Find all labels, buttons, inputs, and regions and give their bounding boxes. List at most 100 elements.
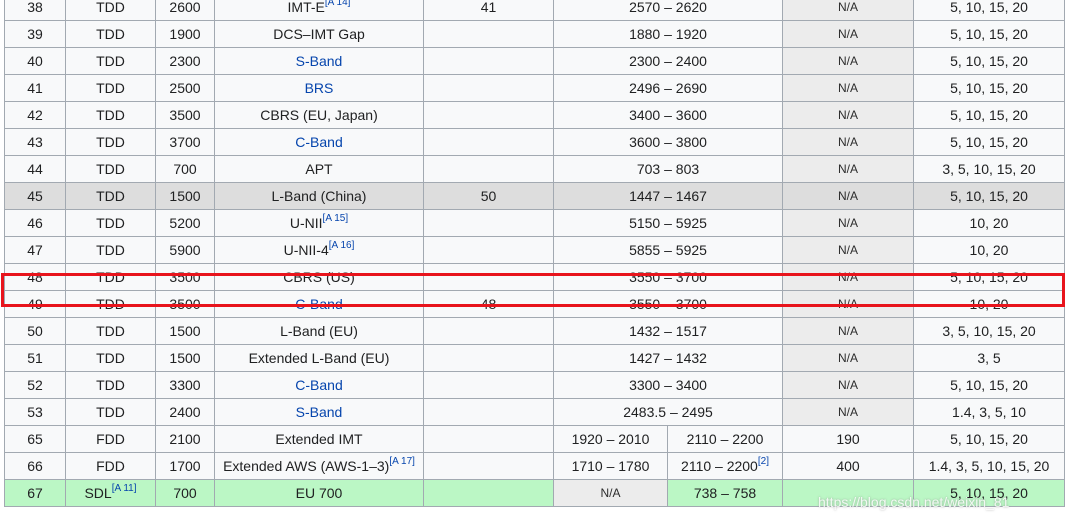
band-name-link[interactable]: S-Band <box>296 53 343 69</box>
frequency-cell-text: 2500 <box>169 80 201 96</box>
subset-band-cell <box>423 263 554 291</box>
frequency-cell-text: 1500 <box>169 188 201 204</box>
band-name-link[interactable]: C-Band <box>295 377 342 393</box>
duplex-spacing-cell-text: N/A <box>838 405 859 419</box>
reference-link[interactable]: [A 15] <box>323 213 349 224</box>
table-row: 49 TDD 3500 C-Band 48 3550 – 3700 N/A 10, 20 <box>4 290 1066 318</box>
frequency-cell: 2100 <box>155 425 215 453</box>
band-number-cell-text: 50 <box>27 323 43 339</box>
duplex-spacing-cell: N/A <box>782 182 915 210</box>
reference-link[interactable]: [2] <box>758 456 769 467</box>
subset-band-cell <box>423 452 554 480</box>
frequency-range-cell-text: 1880 – 1920 <box>629 26 707 42</box>
duplex-mode-cell-text: FDD <box>96 458 125 474</box>
frequency-range-cell: 3600 – 3800 <box>552 128 784 156</box>
common-name-cell: C-Band <box>214 128 424 156</box>
table-row: 38 TDD 2600 IMT-E[A 14] 41 2570 – 2620 N/A 5, 1… <box>4 0 1066 21</box>
frequency-cell: 2300 <box>155 47 215 75</box>
duplex-spacing-cell-text: N/A <box>838 216 859 230</box>
band-number-cell-text: 53 <box>27 404 43 420</box>
common-name-cell-text: L-Band (China) <box>271 188 367 204</box>
band-name-link[interactable]: S-Band <box>296 404 343 420</box>
common-name-cell: APT <box>214 155 424 183</box>
duplex-spacing-cell: N/A <box>782 128 915 156</box>
downlink-range-cell: 2110 – 2200[2] <box>666 452 784 480</box>
frequency-cell-text: 3500 <box>169 107 201 123</box>
band-number-cell-text: 67 <box>27 485 43 501</box>
table-row: 45 TDD 1500 L-Band (China) 50 1447 – 1467 N/A 5… <box>4 182 1066 210</box>
table-row: 42 TDD 3500 CBRS (EU, Japan) 3400 – 3600 N/A 5… <box>4 101 1066 129</box>
table-row: 48 TDD 3500 CBRS (US) 3550 – 3700 N/A 5, 10, 1… <box>4 263 1066 291</box>
downlink-range-cell-text: 738 – 758 <box>693 485 757 501</box>
reference-superscript: [A 17] <box>389 456 415 467</box>
band-name-link[interactable]: C-Band <box>295 134 342 150</box>
common-name-cell: L-Band (EU) <box>214 317 424 345</box>
duplex-mode-cell-text: TDD <box>96 404 125 420</box>
channel-bandwidths-cell-text: 5, 10, 15, 20 <box>950 0 1028 15</box>
reference-link[interactable]: [A 16] <box>329 240 355 251</box>
band-number-cell: 46 <box>4 209 66 237</box>
channel-bandwidths-cell-text: 5, 10, 15, 20 <box>950 377 1028 393</box>
frequency-range-cell: 1432 – 1517 <box>552 317 784 345</box>
band-name-link[interactable]: C-Band <box>295 296 342 312</box>
channel-bandwidths-cell: 3, 5 <box>913 344 1066 372</box>
common-name-cell: CBRS (EU, Japan) <box>214 101 424 129</box>
uplink-range-cell-text: N/A <box>600 486 621 500</box>
frequency-range-cell-text: 3300 – 3400 <box>629 377 707 393</box>
common-name-cell: C-Band <box>214 290 424 318</box>
band-number-cell: 49 <box>4 290 66 318</box>
band-name-link[interactable]: BRS <box>305 80 334 96</box>
reference-link[interactable]: [A 11] <box>112 483 137 494</box>
band-number-cell: 44 <box>4 155 66 183</box>
table-row: 41 TDD 2500 BRS 2496 – 2690 N/A 5, 10, 15, 20 <box>4 74 1066 102</box>
reference-link[interactable]: [A 14] <box>325 0 351 8</box>
channel-bandwidths-cell: 5, 10, 15, 20 <box>913 128 1066 156</box>
frequency-cell: 3500 <box>155 263 215 291</box>
duplex-mode-cell: SDL[A 11] <box>65 479 156 507</box>
common-name-cell-text: EU 700 <box>295 485 343 501</box>
duplex-mode-cell-text: FDD <box>96 431 125 447</box>
frequency-cell: 3500 <box>155 101 215 129</box>
table-row: 50 TDD 1500 L-Band (EU) 1432 – 1517 N/A 3, 5, … <box>4 317 1066 345</box>
channel-bandwidths-cell: 3, 5, 10, 15, 20 <box>913 317 1066 345</box>
subset-band-cell: 50 <box>423 182 554 210</box>
subset-band-cell <box>423 47 554 75</box>
frequency-range-cell: 2570 – 2620 <box>552 0 784 21</box>
subset-band-cell <box>423 371 554 399</box>
common-name-cell: C-Band <box>214 371 424 399</box>
duplex-mode-cell: TDD <box>65 74 156 102</box>
reference-link[interactable]: [A 17] <box>389 456 415 467</box>
frequency-range-cell-text: 5855 – 5925 <box>629 242 707 258</box>
band-number-cell: 65 <box>4 425 66 453</box>
table-row: 47 TDD 5900 U-NII-4[A 16] 5855 – 5925 N/A 10, … <box>4 236 1066 264</box>
frequency-range-cell-text: 5150 – 5925 <box>629 215 707 231</box>
band-number-cell-text: 43 <box>27 134 43 150</box>
duplex-spacing-cell: N/A <box>782 47 915 75</box>
duplex-spacing-cell-text: N/A <box>838 54 859 68</box>
duplex-spacing-cell: N/A <box>782 155 915 183</box>
band-number-cell: 67 <box>4 479 66 507</box>
frequency-range-cell-text: 3550 – 3700 <box>629 269 707 285</box>
duplex-spacing-cell: N/A <box>782 101 915 129</box>
common-name-cell: S-Band <box>214 47 424 75</box>
duplex-mode-cell-text: TDD <box>96 26 125 42</box>
common-name-cell: Extended AWS (AWS-1–3)[A 17] <box>214 452 424 480</box>
common-name-cell: U-NII-4[A 16] <box>214 236 424 264</box>
duplex-mode-cell-text: SDL <box>84 485 112 501</box>
frequency-range-cell: 1427 – 1432 <box>552 344 784 372</box>
common-name-cell: Extended IMT <box>214 425 424 453</box>
duplex-spacing-cell-text: N/A <box>838 162 859 176</box>
downlink-range-cell-text: 2110 – 2200 <box>681 458 758 474</box>
band-number-cell: 66 <box>4 452 66 480</box>
duplex-mode-cell: FDD <box>65 425 156 453</box>
channel-bandwidths-cell: 10, 20 <box>913 290 1066 318</box>
uplink-range-cell: 1920 – 2010 <box>553 425 668 453</box>
frequency-cell: 1700 <box>155 452 215 480</box>
channel-bandwidths-cell: 5, 10, 15, 20 <box>913 101 1066 129</box>
downlink-range-cell: 738 – 758 <box>666 479 784 507</box>
table-row: 51 TDD 1500 Extended L-Band (EU) 1427 – 1432… <box>4 344 1066 372</box>
frequency-cell-text: 1900 <box>169 26 201 42</box>
common-name-cell: EU 700 <box>214 479 424 507</box>
frequency-range-cell-text: 2483.5 – 2495 <box>623 404 713 420</box>
common-name-cell-text: U-NII <box>289 215 323 231</box>
